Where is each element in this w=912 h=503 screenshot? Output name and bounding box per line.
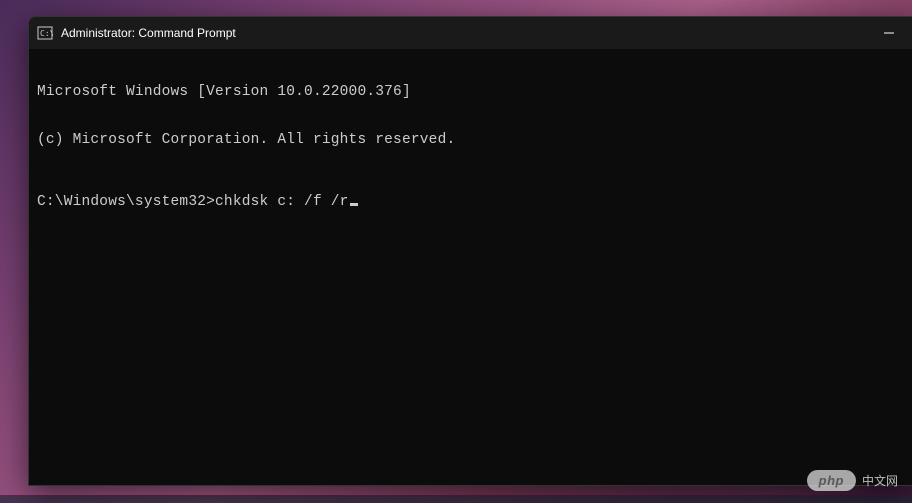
- titlebar[interactable]: C:\ Administrator: Command Prompt: [29, 17, 912, 49]
- svg-text:C:\: C:\: [40, 29, 53, 38]
- prompt-line: C:\Windows\system32>chkdsk c: /f /r: [37, 195, 904, 211]
- watermark-text: 中文网: [862, 472, 898, 489]
- watermark-badge: php: [807, 470, 856, 491]
- watermark: php 中文网: [807, 470, 898, 491]
- minimize-icon: [884, 28, 894, 38]
- typed-command: chkdsk c: /f /r: [215, 194, 349, 210]
- minimize-button[interactable]: [866, 17, 912, 49]
- command-prompt-window: C:\ Administrator: Command Prompt Micros…: [28, 16, 912, 486]
- terminal-output[interactable]: Microsoft Windows [Version 10.0.22000.37…: [29, 49, 912, 485]
- text-cursor: [350, 203, 358, 206]
- cmd-icon: C:\: [37, 25, 53, 41]
- prompt-path: C:\Windows\system32>: [37, 194, 215, 210]
- window-title: Administrator: Command Prompt: [61, 26, 866, 40]
- copyright-line: (c) Microsoft Corporation. All rights re…: [37, 133, 904, 149]
- taskbar[interactable]: [0, 495, 912, 503]
- version-line: Microsoft Windows [Version 10.0.22000.37…: [37, 85, 904, 101]
- window-controls: [866, 17, 912, 49]
